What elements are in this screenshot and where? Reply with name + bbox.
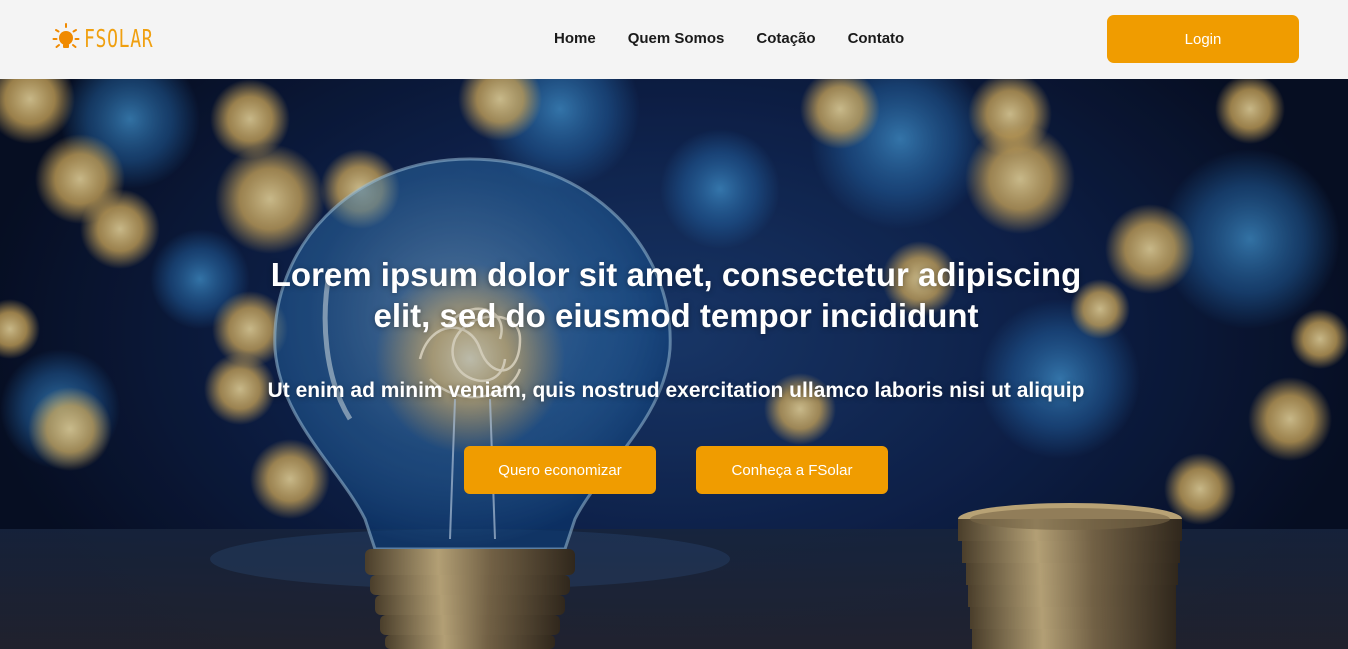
sun-bulb-icon — [52, 22, 80, 55]
navbar: FSOLAR Home Quem Somos Cotação Contato L… — [0, 0, 1348, 79]
hero-section: Lorem ipsum dolor sit amet, consectetur … — [0, 79, 1348, 649]
hero-subtitle: Ut enim ad minim veniam, quis nostrud ex… — [267, 379, 1085, 402]
conheca-fsolar-button[interactable]: Conheça a FSolar — [696, 446, 888, 494]
nav-quem-somos[interactable]: Quem Somos — [628, 29, 725, 49]
hero-title-line-2: elit, sed do eiusmod tempor incididunt — [373, 297, 979, 334]
login-button[interactable]: Login — [1107, 15, 1299, 63]
main-nav: Home Quem Somos Cotação Contato — [554, 29, 904, 49]
hero-title-line-1: Lorem ipsum dolor sit amet, consectetur … — [270, 256, 1082, 293]
nav-contato[interactable]: Contato — [848, 29, 905, 49]
hero-title: Lorem ipsum dolor sit amet, consectetur … — [200, 254, 1152, 336]
nav-cotacao[interactable]: Cotação — [756, 29, 815, 49]
nav-home[interactable]: Home — [554, 29, 596, 49]
quero-economizar-button[interactable]: Quero economizar — [464, 446, 656, 494]
hero-content: Lorem ipsum dolor sit amet, consectetur … — [0, 79, 1348, 649]
logo-text: FSOLAR — [84, 23, 154, 53]
logo[interactable]: FSOLAR — [52, 20, 180, 56]
